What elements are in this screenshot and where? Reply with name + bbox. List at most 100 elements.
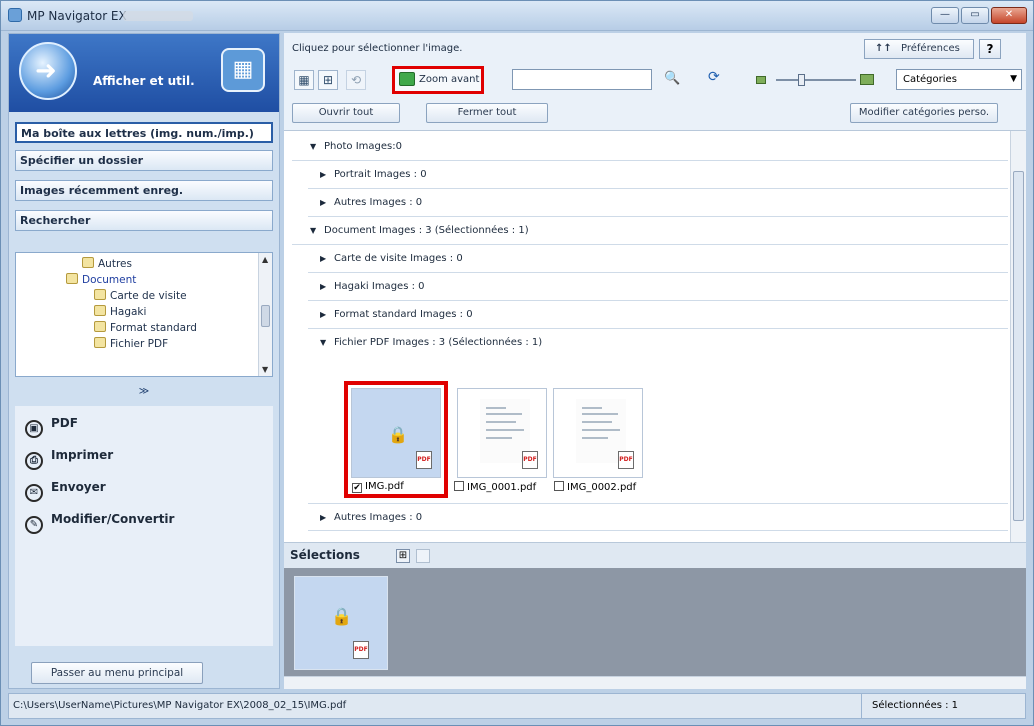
preferences-button[interactable]: ↑↑ Préférences [864,39,974,59]
status-bar: C:\Users\UserName\Pictures\MP Navigator … [8,693,1026,719]
list-row-autres-photo[interactable]: ▶ Autres Images : 0 [308,189,1008,217]
folder-tree[interactable]: Autres Document Carte de visite Hagaki F… [15,252,273,377]
tree-item-fichier-pdf[interactable]: Fichier PDF [94,337,168,350]
folder-icon [94,305,106,316]
thumbnail-checkbox[interactable] [554,481,564,491]
expanded-arrow-icon[interactable]: ▼ [320,329,334,357]
nav-recent-images[interactable]: Images récemment enreg. [15,180,273,201]
collapse-toggle[interactable]: ≫ [15,386,273,400]
rotate-icon[interactable]: ⟲ [346,70,366,90]
minimize-button[interactable]: — [931,7,959,24]
tree-item-document[interactable]: Document [66,273,136,286]
left-panel: ➜ Afficher et util. ▦ Ma boîte aux lettr… [8,33,280,689]
open-all-button[interactable]: Ouvrir tout [292,103,400,123]
single-view-icon[interactable] [416,549,430,563]
close-all-button[interactable]: Fermer tout [426,103,548,123]
tree-item-format-standard[interactable]: Format standard [94,321,197,334]
category-select[interactable]: Catégories ▼ [896,69,1022,90]
image-thumbnail[interactable]: PDF [553,388,643,478]
list-row-document[interactable]: ▼ Document Images : 3 (Sélectionnées : 1) [292,217,1008,245]
action-edit-convert[interactable]: ✎ Modifier/Convertir [25,512,174,534]
thumbnail-label[interactable]: IMG_0002.pdf [554,481,636,493]
nav-mailbox[interactable]: Ma boîte aux lettres (img. num./imp.) [15,122,273,143]
window-title: MP Navigator EX [27,9,127,23]
zoom-in-icon [399,72,415,86]
selected-image-thumbnail[interactable]: 🔒 PDF [294,576,388,670]
collapsed-arrow-icon[interactable]: ▶ [320,273,334,301]
list-row-fichier-pdf[interactable]: ▼ Fichier PDF Images : 3 (Sélectionnées :… [308,329,1008,357]
modify-categories-button[interactable]: Modifier catégories perso. [850,103,998,123]
lock-icon: 🔒 [331,607,353,627]
instruction-text: Cliquez pour sélectionner l'image. [292,43,463,54]
nav-specify-folder[interactable]: Spécifier un dossier [15,150,273,171]
preferences-icon: ↑↑ [875,43,892,54]
action-send[interactable]: ✉ Envoyer [25,480,106,502]
send-icon: ✉ [25,484,43,502]
collapsed-arrow-icon[interactable]: ▶ [320,189,334,217]
collapsed-arrow-icon[interactable]: ▶ [320,504,334,532]
list-scrollbar[interactable] [1010,131,1026,543]
image-thumbnail[interactable]: PDF [457,388,547,478]
list-row-hagaki[interactable]: ▶ Hagaki Images : 0 [308,273,1008,301]
slider-track[interactable] [776,79,856,81]
action-print[interactable]: ⎙ Imprimer [25,448,113,470]
blurred-title-suffix [123,11,193,21]
thumbnail-label[interactable]: IMG_0001.pdf [454,481,536,493]
tree-item-carte-de-visite[interactable]: Carte de visite [94,289,187,302]
collapsed-arrow-icon[interactable]: ▶ [320,301,334,329]
tree-item-autres[interactable]: Autres [82,257,132,270]
main-menu-button[interactable]: Passer au menu principal [31,662,203,684]
left-header: ➜ Afficher et util. ▦ [9,34,279,112]
collapsed-arrow-icon[interactable]: ▶ [320,161,334,189]
list-row-autres-document[interactable]: ▶ Autres Images : 0 [308,503,1008,531]
search-icon[interactable]: 🔍 [664,71,680,86]
action-pdf[interactable]: ▣ PDF [25,416,78,438]
scroll-down-arrow-icon[interactable]: ▼ [262,365,268,374]
edit-icon: ✎ [25,516,43,534]
app-icon [8,8,22,22]
thumbnail-checkbox[interactable] [454,481,464,491]
grid-view-icon[interactable]: ⊞ [318,70,338,90]
right-panel: Cliquez pour sélectionner l'image. ↑↑ Pré… [284,33,1026,689]
list-row-portrait[interactable]: ▶ Portrait Images : 0 [308,161,1008,189]
list-row-format-standard[interactable]: ▶ Format standard Images : 0 [308,301,1008,329]
header-title: Afficher et util. [93,74,195,88]
folder-icon [94,337,106,348]
view-thumbnails-icon[interactable]: ▦ [294,70,314,90]
nav-search[interactable]: Rechercher [15,210,273,231]
close-button[interactable]: ✕ [991,7,1027,24]
action-list: ▣ PDF ⎙ Imprimer ✉ Envoyer ✎ Modifier/Conver… [15,406,273,646]
selections-bar: Sélections ⊞ [284,542,1026,568]
app-orb-icon[interactable]: ➜ [19,42,77,100]
slider-knob[interactable] [798,74,805,86]
small-image-icon [756,76,766,84]
scroll-thumb[interactable] [261,305,270,327]
highlight-box [344,381,448,498]
tree-scrollbar[interactable]: ▲ ▼ [258,253,272,376]
app-window: MP Navigator EX — ▭ ✕ ➜ Afficher et util… [0,0,1034,726]
title-bar[interactable]: MP Navigator EX — ▭ ✕ [1,1,1033,31]
search-input[interactable] [512,69,652,90]
zoom-in-button[interactable]: Zoom avant [392,66,484,94]
list-row-carte-de-visite[interactable]: ▶ Carte de visite Images : 0 [308,245,1008,273]
collapsed-arrow-icon[interactable]: ▶ [320,245,334,273]
pdf-file-icon: PDF [353,641,369,659]
help-button[interactable]: ? [979,39,1001,59]
pdf-icon: ▣ [25,420,43,438]
maximize-button[interactable]: ▭ [961,7,989,24]
list-row-photo[interactable]: ▼ Photo Images:0 [292,133,1008,161]
file-path: C:\Users\UserName\Pictures\MP Navigator … [13,700,347,711]
refresh-icon[interactable]: ⟳ [708,69,720,85]
selections-title: Sélections [290,548,360,562]
selections-scrollbar[interactable] [284,676,1026,689]
expanded-arrow-icon[interactable]: ▼ [310,217,324,245]
thumbnail-size-slider[interactable] [756,73,876,87]
scroll-thumb[interactable] [1013,171,1024,521]
tree-item-hagaki[interactable]: Hagaki [94,305,146,318]
screen-icon: ▦ [221,48,265,92]
expanded-arrow-icon[interactable]: ▼ [310,133,324,161]
pdf-file-icon: PDF [522,451,538,469]
scroll-up-arrow-icon[interactable]: ▲ [262,255,268,264]
grid-view-icon[interactable]: ⊞ [396,549,410,563]
toolbar: ▦ ⊞ ⟲ Zoom avant 🔍 ⟳ Catégories ▼ [284,63,1026,97]
